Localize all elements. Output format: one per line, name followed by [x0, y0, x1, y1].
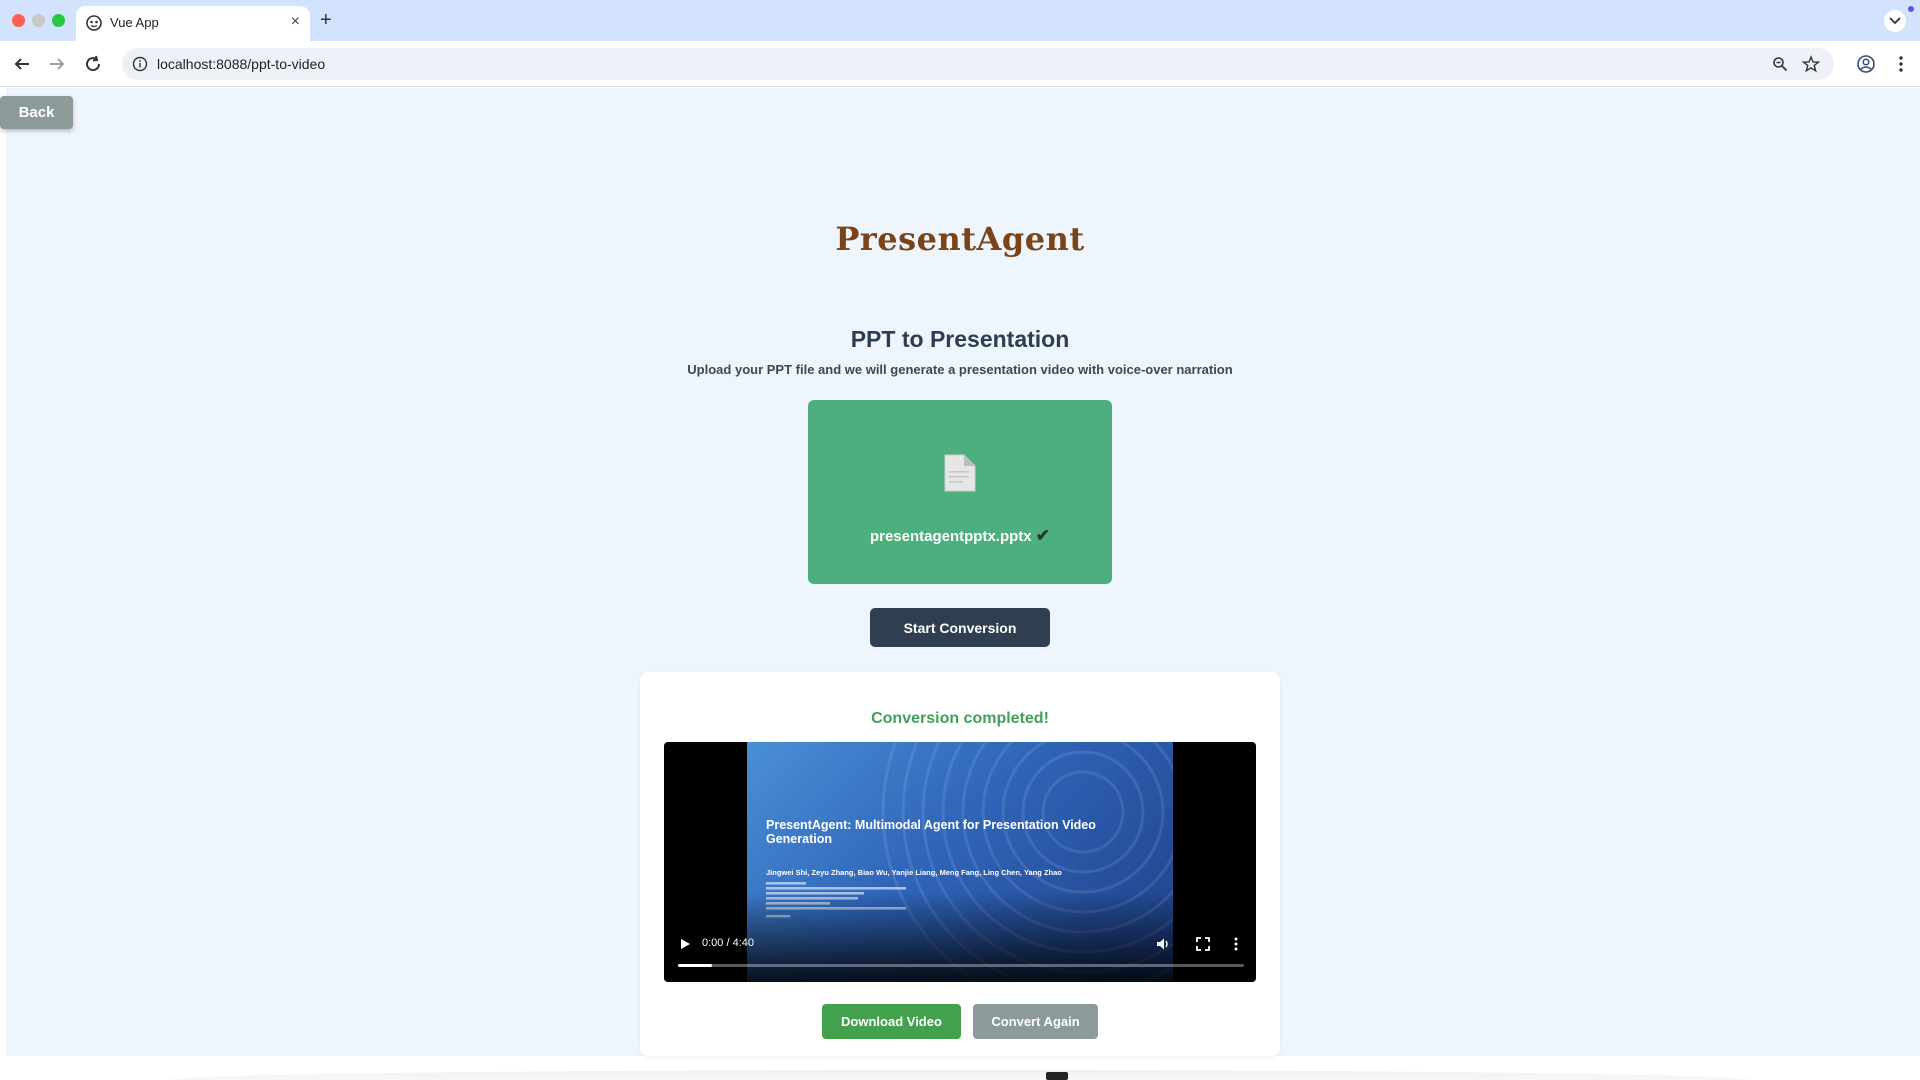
url-text: localhost:8088/ppt-to-video: [157, 56, 326, 72]
video-time: 0:00 / 4:40: [702, 937, 754, 949]
notification-dot: [1908, 6, 1914, 12]
download-video-button[interactable]: Download Video: [822, 1004, 961, 1039]
window-close-button[interactable]: [12, 14, 25, 27]
address-bar[interactable]: localhost:8088/ppt-to-video: [122, 48, 1834, 80]
more-menu-icon[interactable]: [1898, 54, 1904, 74]
tab-title: Vue App: [110, 15, 159, 30]
window-maximize-button[interactable]: [52, 14, 65, 27]
account-icon[interactable]: [1856, 54, 1876, 74]
file-upload-dropzone[interactable]: presentagentpptx.pptx ✔: [808, 400, 1112, 584]
video-seek-bar[interactable]: [678, 964, 1244, 967]
window-minimize-button[interactable]: [32, 14, 45, 27]
page-viewport: Back PresentAgent PPT to Presentation Up…: [0, 88, 1920, 1080]
uploaded-file-name: presentagentpptx.pptx ✔: [808, 526, 1112, 546]
slide-title: PresentAgent: Multimodal Agent for Prese…: [766, 818, 1096, 846]
tab-search-button[interactable]: [1884, 10, 1906, 32]
forward-arrow-icon[interactable]: [45, 52, 69, 76]
checkmark-icon: ✔: [1035, 526, 1051, 545]
browser-tab-strip: Vue App × +: [0, 0, 1920, 41]
back-button[interactable]: Back: [0, 96, 73, 129]
file-name-text: presentagentpptx.pptx: [869, 528, 1032, 545]
start-conversion-button[interactable]: Start Conversion: [870, 608, 1050, 647]
video-options-icon[interactable]: [1232, 936, 1240, 952]
document-file-icon: [944, 454, 976, 492]
page-subtitle: Upload your PPT file and we will generat…: [687, 362, 1233, 377]
brand-logo-text: PresentAgent: [835, 220, 1085, 258]
video-seek-progress: [678, 964, 712, 967]
volume-icon[interactable]: [1155, 936, 1171, 952]
tab-close-icon[interactable]: ×: [291, 13, 300, 31]
browser-tab-active[interactable]: Vue App ×: [76, 6, 310, 41]
site-info-icon[interactable]: [132, 56, 148, 72]
slide-authors: Jingwei Shi, Zeyu Zhang, Biao Wu, Yanjie…: [766, 868, 1062, 877]
fullscreen-icon[interactable]: [1195, 936, 1211, 952]
video-player[interactable]: PresentAgent: Multimodal Agent for Prese…: [664, 742, 1256, 982]
play-icon[interactable]: [678, 936, 692, 952]
convert-again-button[interactable]: Convert Again: [973, 1004, 1098, 1039]
vue-favicon-icon: [86, 15, 102, 31]
back-arrow-icon[interactable]: [10, 52, 34, 76]
new-tab-button[interactable]: +: [320, 8, 332, 32]
chevron-down-icon: [1889, 17, 1901, 25]
bookmark-star-icon[interactable]: [1802, 55, 1820, 73]
zoom-icon[interactable]: [1772, 56, 1788, 72]
dock-shadow: [170, 1070, 1750, 1080]
browser-toolbar: localhost:8088/ppt-to-video: [0, 41, 1920, 87]
page-title: PPT to Presentation: [850, 326, 1070, 352]
reload-icon[interactable]: [81, 52, 105, 76]
conversion-status: Conversion completed!: [871, 710, 1049, 727]
result-card: Conversion completed! PresentAgent: Mult…: [640, 672, 1280, 1056]
dock-item[interactable]: [1046, 1072, 1068, 1080]
